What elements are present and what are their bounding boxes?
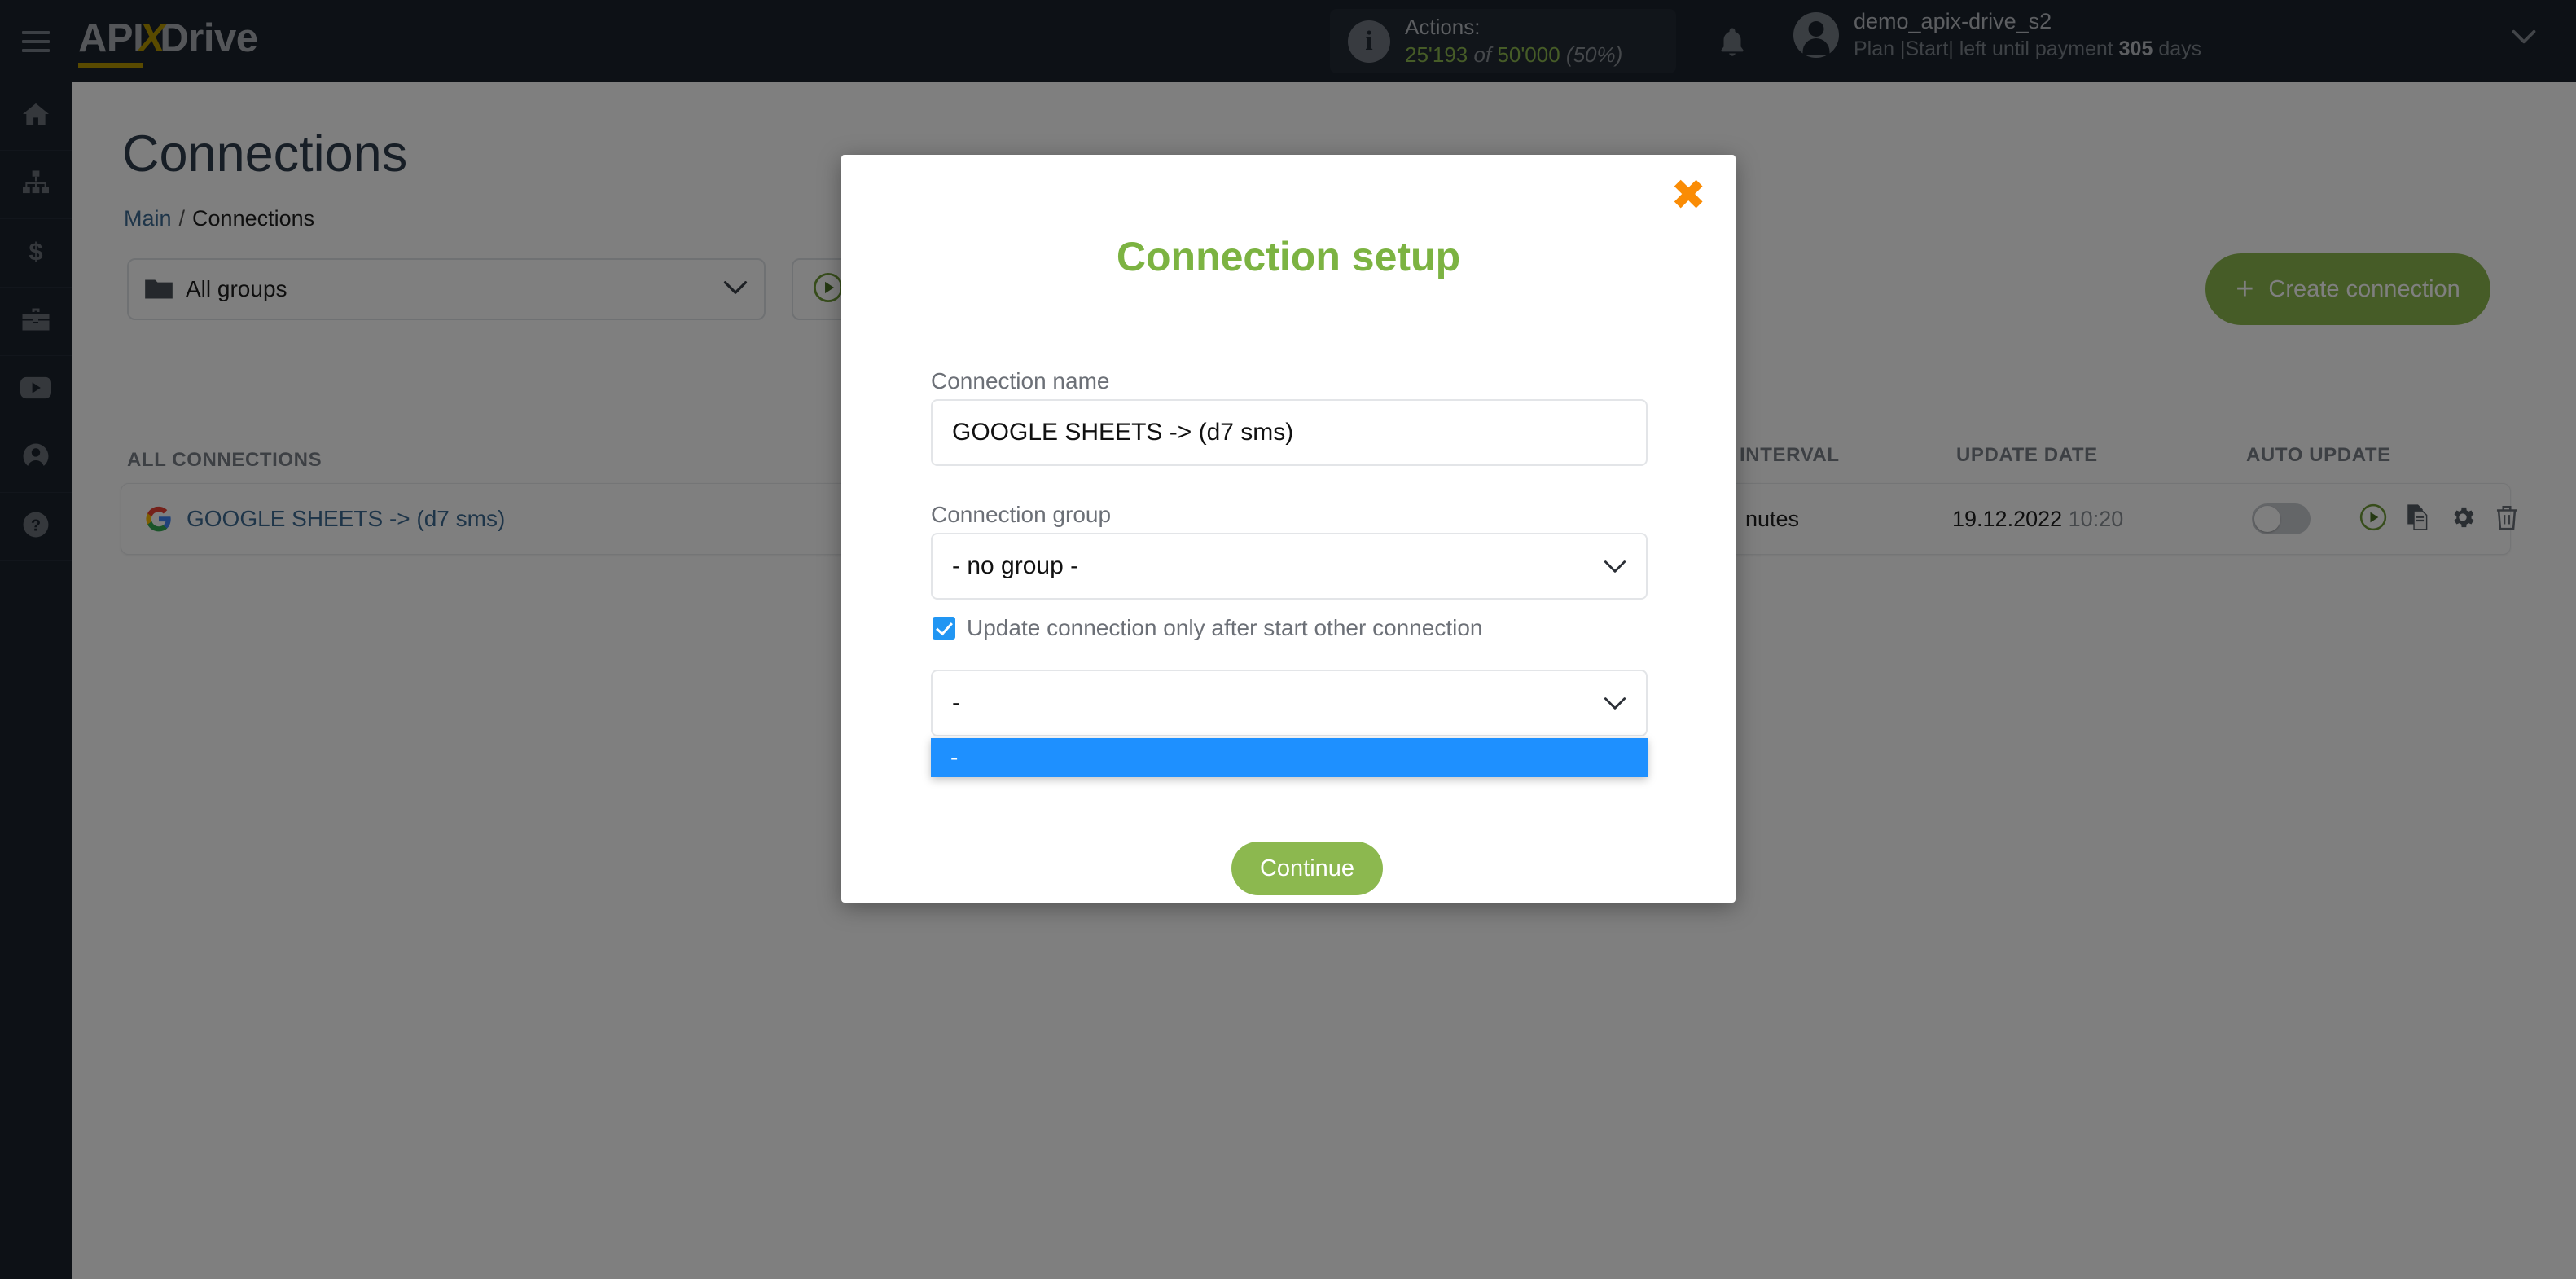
connection-setup-modal: ✖ Connection setup Connection name GOOGL… <box>841 155 1736 903</box>
connection-group-label: Connection group <box>931 502 1112 527</box>
other-connection-value: - <box>952 689 960 716</box>
close-icon[interactable]: ✖ <box>1670 174 1706 217</box>
other-connection-select[interactable]: - <box>931 670 1648 736</box>
continue-button[interactable]: Continue <box>1231 842 1383 895</box>
other-connection-dropdown-list[interactable]: - <box>931 738 1648 777</box>
dropdown-option[interactable]: - <box>931 738 1648 777</box>
modal-title: Connection setup <box>1116 234 1461 279</box>
connection-name-label: Connection name <box>931 368 1110 393</box>
chevron-down-icon <box>1604 552 1626 580</box>
connection-group-value: - no group - <box>952 552 1079 579</box>
update-after-other-label: Update connection only after start other… <box>967 615 1483 640</box>
connection-group-select[interactable]: - no group - <box>931 533 1648 600</box>
update-after-other-checkbox-row[interactable]: Update connection only after start other… <box>933 615 1483 641</box>
chevron-down-icon <box>1604 689 1626 717</box>
checkbox-checked-icon[interactable] <box>933 617 955 640</box>
connection-name-input[interactable]: GOOGLE SHEETS -> (d7 sms) <box>931 399 1648 466</box>
